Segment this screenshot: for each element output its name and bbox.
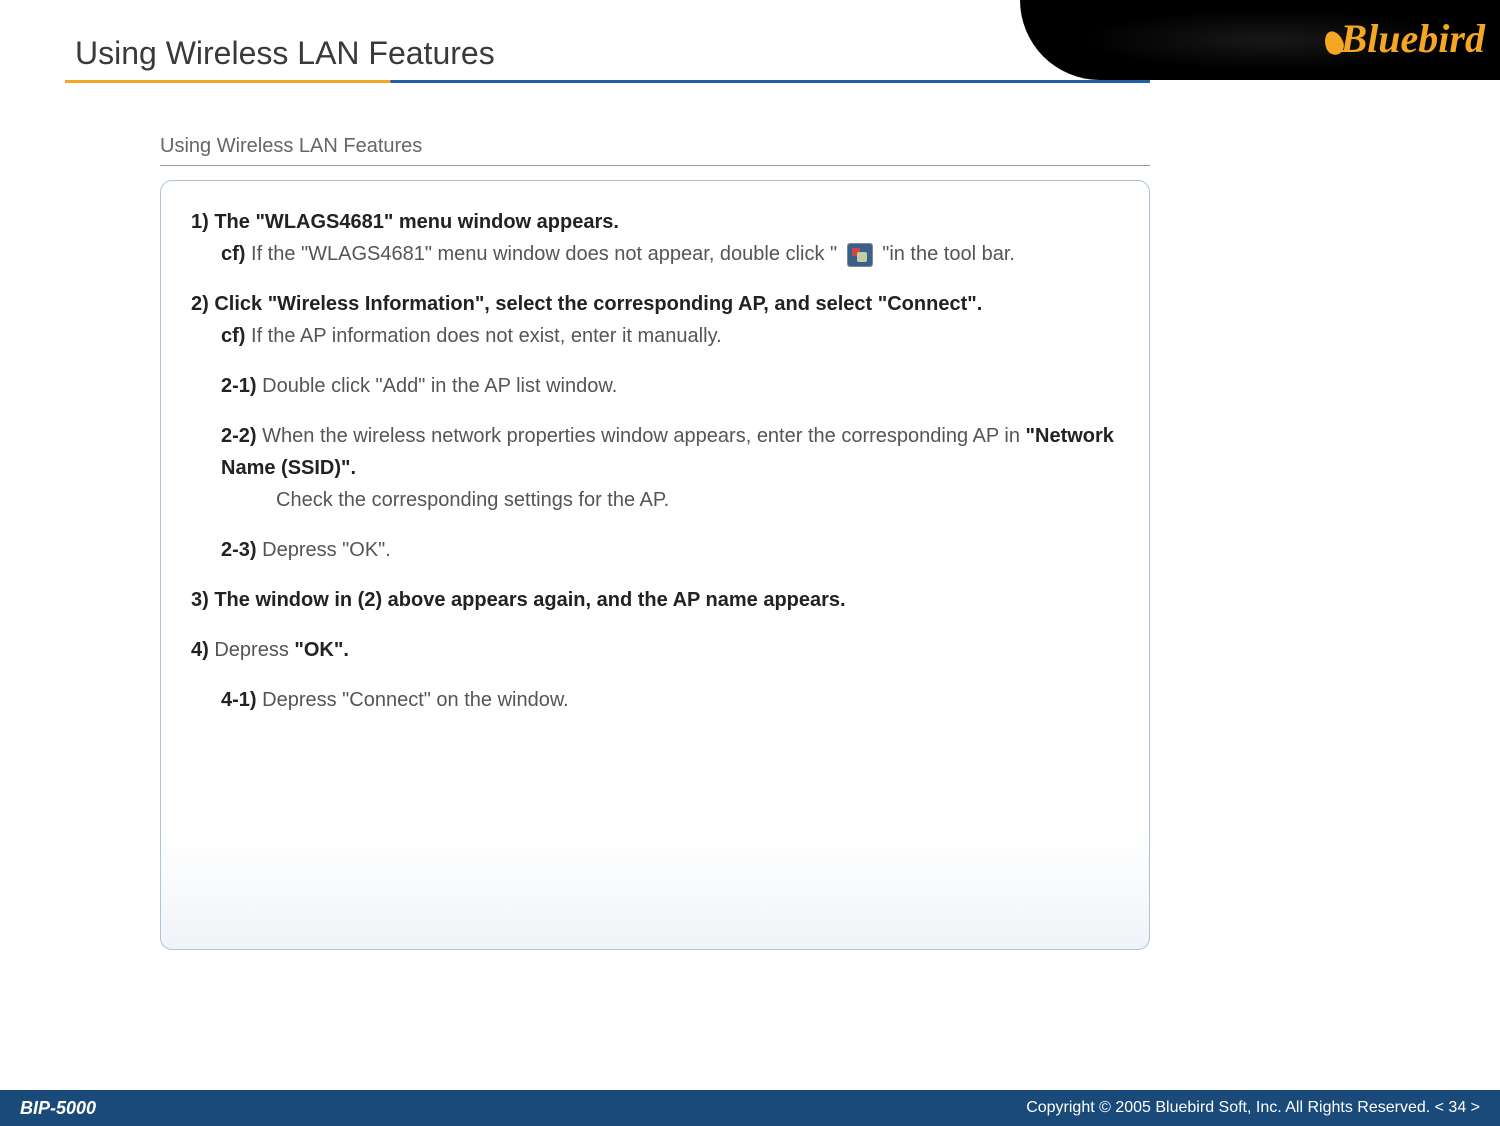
logo-banner: Bluebird [1020,0,1500,80]
cf-label: cf) [221,243,245,265]
step-2: 2) Click "Wireless Information", select … [191,288,1119,352]
step-2-3-label: 2-3) [221,539,257,561]
toolbar-icon [847,243,873,267]
title-underline [65,80,1150,83]
footer: BIP-5000 Copyright © 2005 Bluebird Soft,… [0,1090,1500,1126]
bluebird-logo: Bluebird [1325,15,1485,62]
header: Using Wireless LAN Features Bluebird [0,0,1500,100]
step-1-cf-text1: If the "WLAGS4681" menu window does not … [245,243,842,265]
step-2-2-cont: Check the corresponding settings for the… [221,489,669,511]
step-1-cf: cf) If the "WLAGS4681" menu window does … [191,243,1015,265]
step-4: 4) Depress "OK". [191,634,1119,666]
step-4-bold2: "OK". [294,639,349,661]
step-4-text: Depress [209,639,295,661]
footer-product: BIP-5000 [20,1098,96,1119]
step-2-2: 2-2) When the wireless network propertie… [191,420,1119,516]
content-box: 1) The "WLAGS4681" menu window appears. … [160,180,1150,950]
step-2-2-label: 2-2) [221,425,257,447]
step-2-1: 2-1) Double click "Add" in the AP list w… [191,370,1119,402]
step-4-label: 4) [191,639,209,661]
step-2-cf: cf) If the AP information does not exist… [191,325,722,347]
step-2-3: 2-3) Depress "OK". [191,534,1119,566]
section-underline [160,165,1150,166]
step-3-heading: 3) The window in (2) above appears again… [191,589,846,611]
footer-copyright: Copyright © 2005 Bluebird Soft, Inc. All… [1026,1099,1480,1117]
step-2-1-text: Double click "Add" in the AP list window… [257,375,618,397]
step-1-cf-text2: "in the tool bar. [877,243,1015,265]
section-label: Using Wireless LAN Features [160,135,422,158]
step-2-1-label: 2-1) [221,375,257,397]
step-3: 3) The window in (2) above appears again… [191,584,1119,616]
logo-text: Bluebird [1341,16,1485,61]
step-4-1-label: 4-1) [221,689,257,711]
step-1-heading: 1) The "WLAGS4681" menu window appears. [191,211,619,233]
step-2-3-text: Depress "OK". [257,539,391,561]
step-2-cf-text: If the AP information does not exist, en… [245,325,721,347]
step-2-2-text2: Check the corresponding settings for the… [276,489,669,511]
step-1: 1) The "WLAGS4681" menu window appears. … [191,206,1119,270]
step-4-1: 4-1) Depress "Connect" on the window. [191,684,1119,716]
cf-label-2: cf) [221,325,245,347]
step-2-heading: 2) Click "Wireless Information", select … [191,293,982,315]
page-title: Using Wireless LAN Features [75,35,495,72]
step-4-1-text: Depress "Connect" on the window. [257,689,569,711]
step-2-2-text1: When the wireless network properties win… [257,425,1026,447]
